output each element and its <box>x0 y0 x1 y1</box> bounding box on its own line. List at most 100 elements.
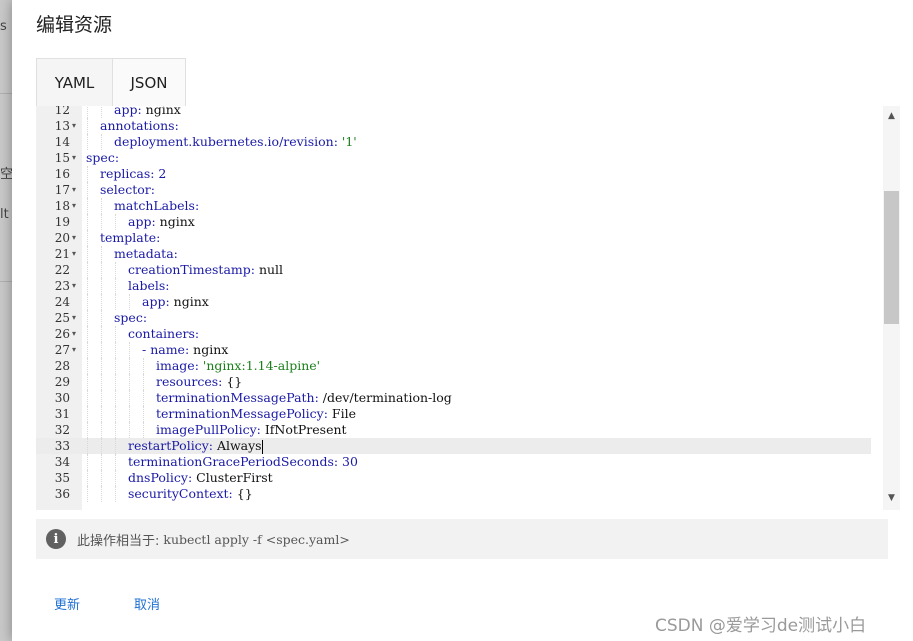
fold-arrow-icon[interactable]: ▾ <box>72 230 80 246</box>
scroll-down-icon[interactable]: ▼ <box>883 490 900 506</box>
format-tabs: YAML JSON <box>36 58 912 106</box>
indent-guide <box>143 358 144 374</box>
background-fragment: lt <box>0 207 9 222</box>
indent-guide <box>87 294 88 310</box>
code-line[interactable]: 22 creationTimestamp: null <box>36 262 871 278</box>
info-command: kubectl apply -f <spec.yaml> <box>163 531 350 547</box>
code-editor[interactable]: 12 app: nginx 13 ▾ annotations: 14 deployment.… <box>36 106 888 510</box>
code-line[interactable]: 18 ▾ matchLabels: <box>36 198 871 214</box>
code-line[interactable]: 21 ▾ metadata: <box>36 246 871 262</box>
indent-guide <box>87 358 88 374</box>
code-line[interactable]: 16 replicas: 2 <box>36 166 871 182</box>
indent-guide <box>87 454 88 470</box>
code-text: template: <box>100 230 161 245</box>
line-number: 26 <box>54 327 70 341</box>
indent-guide <box>101 134 102 150</box>
code-line[interactable]: 27 ▾ - name: nginx <box>36 342 871 358</box>
code-line[interactable]: 20 ▾ template: <box>36 230 871 246</box>
indent-guide <box>115 358 116 374</box>
info-label: 此操作相当于: <box>77 533 160 549</box>
line-number: 23 <box>54 279 70 293</box>
code-line[interactable]: 23 ▾ labels: <box>36 278 871 294</box>
line-number: 32 <box>54 423 70 437</box>
line-number: 24 <box>54 295 70 309</box>
indent-guide <box>87 374 88 390</box>
update-button[interactable]: 更新 <box>54 594 80 613</box>
fold-arrow-icon[interactable]: ▾ <box>72 150 80 166</box>
code-line[interactable]: 29 resources: {} <box>36 374 871 390</box>
indent-guide <box>115 214 116 230</box>
code-line[interactable]: 31 terminationMessagePolicy: File <box>36 406 871 422</box>
code-text: securityContext: {} <box>128 486 253 501</box>
indent-guide <box>87 182 88 198</box>
fold-arrow-icon[interactable]: ▾ <box>72 198 80 214</box>
fold-arrow-icon[interactable]: ▾ <box>72 310 80 326</box>
line-number: 34 <box>54 455 70 469</box>
code-line[interactable]: 35 dnsPolicy: ClusterFirst <box>36 470 871 486</box>
scrollbar-thumb[interactable] <box>884 191 899 324</box>
fold-arrow-icon[interactable]: ▾ <box>72 342 80 358</box>
indent-guide <box>143 406 144 422</box>
code-line[interactable]: 19 app: nginx <box>36 214 871 230</box>
fold-arrow-icon[interactable]: ▾ <box>72 118 80 134</box>
indent-guide <box>115 278 116 294</box>
code-line[interactable]: 26 ▾ containers: <box>36 326 871 342</box>
code-line[interactable]: 28 image: 'nginx:1.14-alpine' <box>36 358 871 374</box>
tab-yaml[interactable]: YAML <box>36 58 112 106</box>
code-text: - name: nginx <box>142 342 229 357</box>
code-line[interactable]: 25 ▾ spec: <box>36 310 871 326</box>
line-number: 28 <box>54 359 70 373</box>
indent-guide <box>101 374 102 390</box>
edit-resource-dialog: 编辑资源 YAML JSON 12 app: nginx 13 ▾ annotation… <box>12 0 913 641</box>
code-text: matchLabels: <box>114 198 200 213</box>
code-text: terminationMessagePath: /dev/termination… <box>156 390 452 405</box>
code-line[interactable]: 14 deployment.kubernetes.io/revision: '1' <box>36 134 871 150</box>
code-line[interactable]: 13 ▾ annotations: <box>36 118 871 134</box>
line-number: 19 <box>54 215 70 229</box>
indent-guide <box>87 486 88 502</box>
code-line[interactable]: 30 terminationMessagePath: /dev/terminati… <box>36 390 871 406</box>
code-line[interactable]: 17 ▾ selector: <box>36 182 871 198</box>
indent-guide <box>101 454 102 470</box>
cancel-button[interactable]: 取消 <box>134 594 160 613</box>
indent-guide <box>115 326 116 342</box>
fold-arrow-icon[interactable]: ▾ <box>72 278 80 294</box>
indent-guide <box>101 278 102 294</box>
indent-guide <box>87 246 88 262</box>
indent-guide <box>87 326 88 342</box>
code-line[interactable]: 33 restartPolicy: Always <box>36 438 871 454</box>
line-number: 16 <box>54 167 70 181</box>
indent-guide <box>115 406 116 422</box>
info-banner: i 此操作相当于: kubectl apply -f <spec.yaml> <box>36 519 888 559</box>
code-text: app: nginx <box>142 294 209 309</box>
editor-scrollbar[interactable]: ▲ ▼ <box>883 106 900 510</box>
code-line[interactable]: 36 securityContext: {} <box>36 486 871 502</box>
scroll-up-icon[interactable]: ▲ <box>883 108 900 124</box>
text-cursor <box>261 439 263 454</box>
indent-guide <box>87 262 88 278</box>
line-number: 17 <box>54 183 70 197</box>
code-line[interactable]: 15 ▾ spec: <box>36 150 871 166</box>
indent-guide <box>143 374 144 390</box>
line-number: 31 <box>54 407 70 421</box>
indent-guide <box>101 390 102 406</box>
fold-arrow-icon[interactable]: ▾ <box>72 326 80 342</box>
line-number: 33 <box>54 439 70 453</box>
fold-arrow-icon[interactable]: ▾ <box>72 246 80 262</box>
code-line[interactable]: 32 imagePullPolicy: IfNotPresent <box>36 422 871 438</box>
indent-guide <box>87 198 88 214</box>
code-line[interactable]: 24 app: nginx <box>36 294 871 310</box>
background-strip <box>0 0 12 641</box>
dialog-title: 编辑资源 <box>36 14 113 36</box>
code-text: resources: {} <box>156 374 243 389</box>
tab-json[interactable]: JSON <box>112 58 186 106</box>
code-line[interactable]: 34 terminationGracePeriodSeconds: 30 <box>36 454 871 470</box>
indent-guide <box>101 342 102 358</box>
code-text: app: nginx <box>128 214 195 229</box>
background-fragment: s <box>0 19 7 34</box>
line-number: 21 <box>54 247 70 261</box>
code-line[interactable]: 12 app: nginx <box>36 106 871 118</box>
line-number: 18 <box>54 199 70 213</box>
fold-arrow-icon[interactable]: ▾ <box>72 182 80 198</box>
code-text: labels: <box>128 278 170 293</box>
